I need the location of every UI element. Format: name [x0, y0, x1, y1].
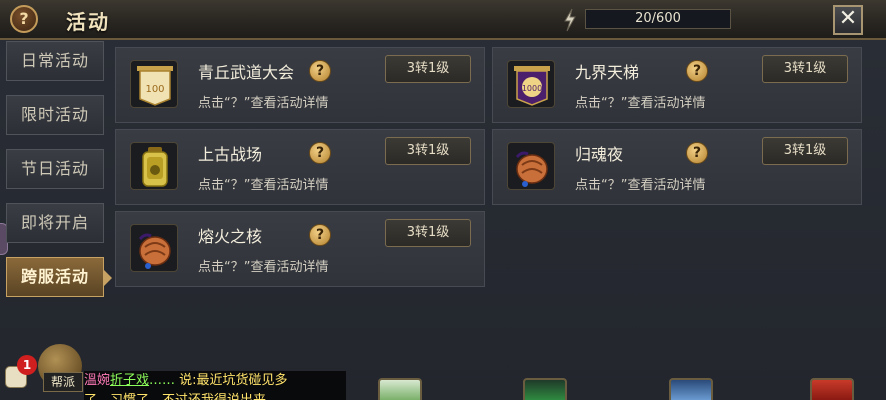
activity-description: 点击“？”查看活动详情 [198, 260, 329, 275]
activity-card[interactable]: 上古战场 ? 3转1级 点击“？”查看活动详情 [115, 129, 485, 205]
chat-message[interactable]: 溫婉折子戏…… 说:最近坑货碰见多 了，习惯了，不过还我得说出来 [84, 371, 346, 400]
chat-user-link[interactable]: 折子戏 [110, 373, 149, 388]
tab-upcoming[interactable]: 即将开启 [6, 203, 104, 243]
lightning-icon [564, 8, 576, 32]
activity-info-button[interactable]: ? [686, 142, 708, 164]
activity-info-button[interactable]: ? [309, 60, 331, 82]
gold-token-icon [130, 142, 178, 190]
activity-window: ? 活动 20/600 ✕ 日常活动 限时活动 节日活动 即将开启 跨服活动 1… [0, 0, 886, 400]
activity-card[interactable]: 1000 九界天梯 ? 3转1级 点击“？”查看活动详情 [492, 47, 862, 123]
chat-text: 说:最近坑货碰见多 [179, 373, 288, 388]
activity-info-button[interactable]: ? [686, 60, 708, 82]
energy-counter: 20/600 [585, 9, 731, 29]
activity-card[interactable]: 熔火之核 ? 3转1级 点击“？”查看活动详情 [115, 211, 485, 287]
activity-name: 熔火之核 [198, 227, 263, 246]
level-requirement: 3转1级 [385, 219, 471, 247]
activity-name: 九界天梯 [575, 63, 640, 82]
level-requirement: 3转1级 [385, 55, 471, 83]
feather-item-icon[interactable] [523, 378, 567, 400]
activity-info-button[interactable]: ? [309, 142, 331, 164]
activity-description: 点击“？”查看活动详情 [198, 178, 329, 193]
activity-description: 点击“？”查看活动详情 [575, 178, 706, 193]
activity-card[interactable]: 100 青丘武道大会 ? 3转1级 点击“？”查看活动详情 [115, 47, 485, 123]
book-item-icon[interactable] [810, 378, 854, 400]
activity-description: 点击“？”查看活动详情 [575, 96, 706, 111]
activity-grid: 100 青丘武道大会 ? 3转1级 点击“？”查看活动详情 1000 九界天梯 … [108, 40, 874, 340]
category-sidebar: 日常活动 限时活动 节日活动 即将开启 跨服活动 [0, 40, 112, 300]
scroll-banner-icon: 100 [130, 60, 178, 108]
notification-badge: 1 [17, 355, 37, 375]
scroll-item-icon[interactable] [378, 378, 422, 400]
activity-info-button[interactable]: ? [309, 224, 331, 246]
tab-daily[interactable]: 日常活动 [6, 41, 104, 81]
loot-bag-icon [130, 224, 178, 272]
close-button[interactable]: ✕ [833, 5, 863, 35]
activity-description: 点击“？”查看活动详情 [198, 96, 329, 111]
chat-nick: 溫婉 [84, 373, 111, 388]
chat-text-line2: 了，习惯了，不过还我得说出来 [84, 391, 266, 400]
window-title: 活动 [66, 10, 110, 34]
tab-festival[interactable]: 节日活动 [6, 149, 104, 189]
pouch-item-icon[interactable] [669, 378, 713, 400]
badge-text: 1000 [522, 84, 542, 93]
level-requirement: 3转1级 [762, 55, 848, 83]
activity-card[interactable]: 归魂夜 ? 3转1级 点击“？”查看活动详情 [492, 129, 862, 205]
title-bar: ? 活动 20/600 ✕ [0, 0, 886, 40]
tab-cross-server[interactable]: 跨服活动 [6, 257, 112, 297]
help-button[interactable]: ? [10, 5, 38, 33]
loot-bag-icon [507, 142, 555, 190]
level-requirement: 3转1级 [385, 137, 471, 165]
level-requirement: 3转1级 [762, 137, 848, 165]
tab-limited[interactable]: 限时活动 [6, 95, 104, 135]
chat-channel-label[interactable]: 帮派 [43, 372, 83, 392]
chat-dots: …… [149, 373, 176, 388]
ladder-banner-icon: 1000 [507, 60, 555, 108]
activity-name: 上古战场 [198, 145, 263, 164]
badge-text: 100 [145, 84, 164, 95]
activity-name: 归魂夜 [575, 145, 624, 164]
activity-name: 青丘武道大会 [198, 63, 295, 82]
